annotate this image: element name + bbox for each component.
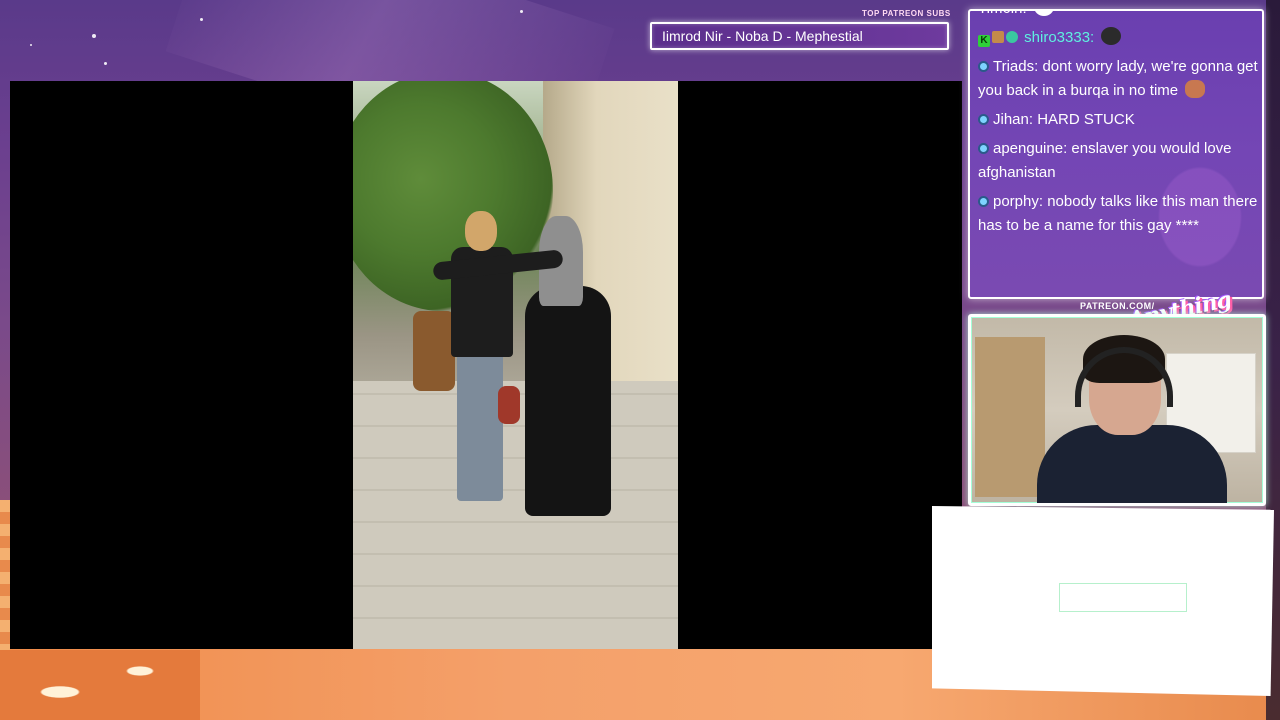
emote-face-icon [1033, 11, 1054, 16]
chat-badge-icon [978, 143, 989, 154]
streamer-body [1037, 425, 1227, 503]
top-patreon-subs-label: TOP PATREON SUBS [862, 9, 951, 18]
star-icon [30, 44, 32, 46]
chat-badge-icon [978, 196, 989, 207]
emote-dark-icon [1101, 27, 1122, 45]
chat-username: Jihan: [993, 111, 1034, 128]
k-badge-icon: K [978, 35, 990, 47]
chat-message: apenguine: enslaver you would love afgha… [978, 137, 1258, 185]
star-icon [200, 18, 203, 21]
top-patreon-subs-box: Iimrod Nir - Noba D - Mephestial [650, 22, 949, 50]
chat-message-list: Tim6in: K shiro3333: Triads: dont worry … [978, 11, 1258, 243]
chat-badge-icon [978, 114, 989, 125]
star-icon [104, 62, 107, 65]
chat-message: K shiro3333: [978, 26, 1258, 50]
emote-ape-icon [1185, 80, 1206, 98]
gift-badge-icon [992, 31, 1004, 43]
clip-person-right [432, 216, 623, 526]
giraffe-pattern [0, 650, 200, 720]
main-video-player[interactable] [10, 81, 962, 649]
chat-badge-icon [978, 61, 989, 72]
chat-message: Triads: dont worry lady, we're gonna get… [978, 55, 1258, 103]
star-icon [92, 34, 96, 38]
chat-message: Jihan: HARD STUCK [978, 108, 1258, 132]
clip-purse [498, 386, 520, 424]
chat-message: Tim6in: [978, 11, 1258, 21]
chat-username: shiro3333: [1024, 29, 1095, 46]
chat-message: porphy: nobody talks like this man there… [978, 190, 1258, 238]
chat-text: HARD STUCK [1037, 111, 1135, 128]
chat-username: apenguine: [993, 140, 1068, 157]
left-pattern-strip [0, 500, 10, 650]
clip-bag [413, 311, 455, 391]
sub-badge-icon [1006, 31, 1018, 43]
webcam-shelf [975, 337, 1045, 497]
chat-username: Triads: [993, 58, 1039, 75]
webcam-feed [968, 314, 1266, 506]
star-icon [520, 10, 523, 13]
chat-username: Tim6in [978, 11, 1022, 17]
overlay-input-box[interactable] [1059, 583, 1187, 612]
top-patreon-subs-names: Iimrod Nir - Noba D - Mephestial [662, 28, 863, 44]
chat-username: porphy: [993, 193, 1044, 210]
chat-panel: Tim6in: K shiro3333: Triads: dont worry … [968, 9, 1264, 299]
video-clip [353, 81, 678, 649]
